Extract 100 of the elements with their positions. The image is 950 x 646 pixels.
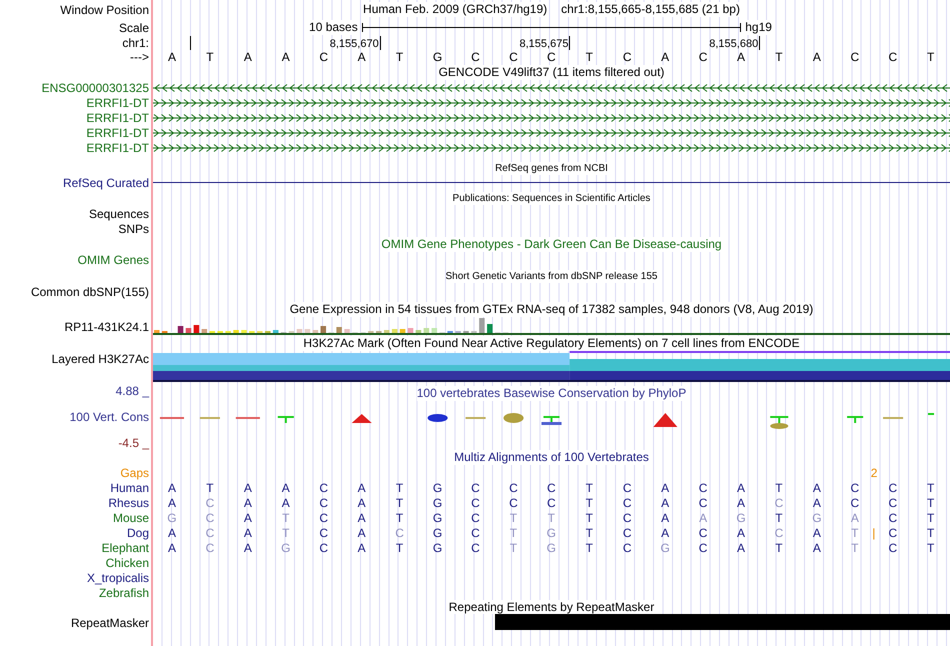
gene-name[interactable]: ERRFI1-DT: [86, 96, 149, 110]
gap-count: 2: [870, 466, 878, 480]
track-label[interactable]: Scale: [118, 20, 149, 34]
species-name[interactable]: Mouse: [112, 510, 149, 524]
base-letter: A: [737, 50, 746, 64]
base-letter: C: [888, 540, 898, 554]
track-title: Multiz Alignments of 100 Vertebrates: [454, 450, 649, 465]
base-letter: C: [206, 526, 214, 540]
track-label[interactable]: Common dbSNP(155): [30, 285, 149, 299]
track-label[interactable]: 100 Vert. Cons: [70, 410, 149, 424]
base-letter: C: [319, 496, 328, 510]
base-letter: T: [586, 510, 593, 524]
base-letter: C: [547, 496, 556, 510]
base-letter: T: [927, 480, 934, 494]
base-letter: C: [206, 496, 214, 510]
base-letter: A: [661, 526, 670, 540]
base-letter: C: [622, 510, 632, 524]
base-letter: C: [319, 50, 328, 64]
base-letter: T: [282, 526, 290, 540]
gene-name[interactable]: ENSG00000301325: [42, 80, 149, 94]
track-label[interactable]: RepeatMasker: [70, 616, 149, 630]
base-letter: C: [509, 480, 518, 494]
base-letter: C: [622, 496, 632, 510]
base-letter: C: [888, 510, 898, 524]
base-letter: T: [510, 526, 518, 540]
base-letter: T: [396, 540, 404, 554]
base-letter: C: [471, 496, 480, 510]
base-letter: A: [661, 496, 670, 510]
base-letter: T: [206, 480, 214, 494]
ruler-position: 8,155,680: [709, 38, 760, 50]
track-label[interactable]: --->: [130, 50, 149, 64]
base-letter: C: [888, 496, 898, 510]
base-letter: T: [851, 526, 859, 540]
track-label[interactable]: Sequences: [88, 207, 149, 221]
base-letter: T: [927, 496, 934, 510]
base-letter: A: [737, 496, 746, 510]
base-letter: C: [622, 50, 632, 64]
base-letter: T: [282, 510, 290, 524]
track-label[interactable]: SNPs: [118, 222, 149, 236]
base-letter: C: [622, 540, 632, 554]
track-title: Short Genetic Variants from dbSNP release 155: [446, 270, 658, 282]
base-letter: G: [736, 510, 746, 524]
base-letter: A: [850, 510, 859, 524]
track-title: Repeating Elements by RepeatMasker: [448, 600, 654, 614]
base-letter: A: [737, 480, 746, 494]
base-letter: A: [358, 480, 366, 494]
base-letter: C: [395, 526, 404, 540]
base-letter: A: [168, 50, 176, 64]
gene-name[interactable]: ERRFI1-DT: [86, 126, 149, 140]
base-letter: A: [358, 50, 366, 64]
species-name[interactable]: Zebrafish: [98, 586, 149, 600]
base-letter: C: [622, 526, 632, 540]
track-label[interactable]: Window Position: [60, 2, 149, 16]
track-label[interactable]: RP11-431K24.1: [64, 320, 149, 334]
base-letter: T: [586, 480, 593, 494]
base-letter: T: [775, 50, 783, 64]
base-letter: C: [547, 50, 556, 64]
base-letter: A: [168, 496, 176, 510]
scale-span: 10 bases: [309, 20, 358, 35]
base-letter: C: [471, 526, 480, 540]
base-letter: A: [244, 496, 252, 510]
track-title: GENCODE V49lift37 (11 items filtered out): [438, 64, 664, 80]
base-letter: T: [396, 50, 404, 64]
base-letter: C: [471, 50, 480, 64]
base-letter: C: [471, 540, 480, 554]
track-title: OMIM Gene Phenotypes - Dark Green Can Be Disease-causing: [381, 236, 722, 252]
species-name[interactable]: Elephant: [102, 540, 149, 554]
species-name[interactable]: Chicken: [106, 556, 149, 570]
base-letter: A: [661, 510, 670, 524]
insertion-mark: |: [872, 526, 876, 540]
base-letter: C: [888, 526, 898, 540]
base-letter: C: [471, 510, 480, 524]
track-label[interactable]: OMIM Genes: [78, 253, 149, 267]
base-letter: C: [888, 480, 898, 494]
base-letter: A: [244, 510, 252, 524]
base-letter: T: [927, 510, 934, 524]
species-name[interactable]: X_tropicalis: [86, 570, 149, 584]
base-letter: T: [586, 526, 593, 540]
base-letter: G: [546, 540, 556, 554]
base-letter: T: [206, 50, 214, 64]
base-letter: C: [319, 526, 328, 540]
base-letter: A: [282, 496, 290, 510]
base-letter: A: [812, 526, 821, 540]
species-name[interactable]: Dog: [126, 526, 149, 540]
base-letter: T: [510, 540, 518, 554]
axis-max-label: 4.88 _: [116, 384, 149, 398]
base-letter: C: [206, 540, 214, 554]
species-name[interactable]: Human: [110, 480, 149, 494]
track-label[interactable]: RefSeq Curated: [62, 176, 149, 190]
base-letter: A: [812, 50, 821, 64]
gene-name[interactable]: ERRFI1-DT: [86, 140, 149, 154]
base-letter: T: [775, 540, 783, 554]
base-letter: C: [698, 496, 708, 510]
species-name[interactable]: Rhesus: [108, 496, 149, 510]
gene-name[interactable]: ERRFI1-DT: [86, 110, 149, 124]
track-label[interactable]: chr1:: [122, 36, 149, 50]
base-letter: C: [698, 540, 708, 554]
track-label[interactable]: Layered H3K27Ac: [52, 352, 149, 366]
base-letter: C: [698, 50, 708, 64]
base-letter: T: [586, 496, 593, 510]
